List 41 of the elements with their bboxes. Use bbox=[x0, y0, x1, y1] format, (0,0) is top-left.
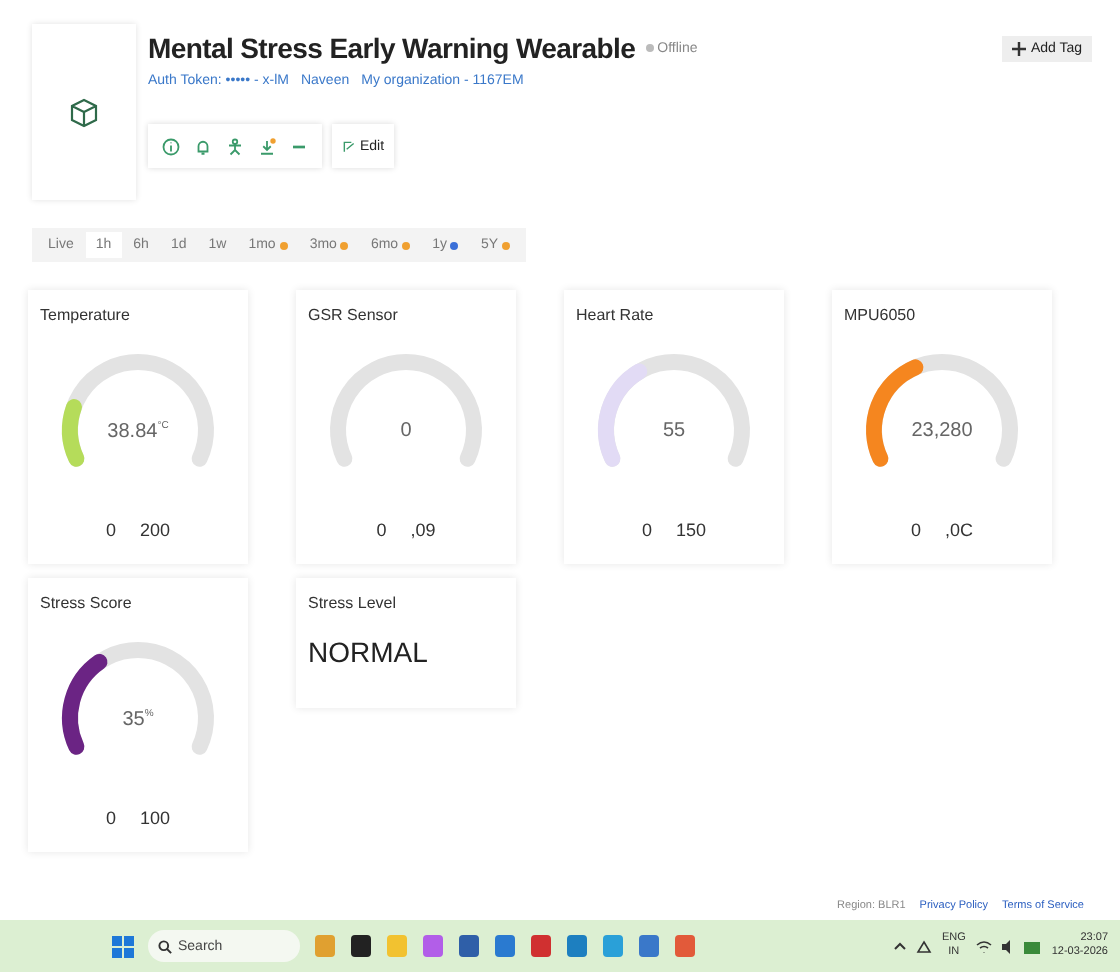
cube-icon bbox=[70, 97, 98, 127]
notification-button[interactable] bbox=[194, 137, 212, 155]
chevron-up-icon[interactable] bbox=[893, 942, 906, 950]
widget-title: Temperature bbox=[40, 306, 132, 324]
wifi-icon[interactable] bbox=[975, 939, 992, 953]
gauge-max: 150 bbox=[675, 520, 707, 540]
download-button[interactable] bbox=[258, 137, 276, 155]
gauge-value: 0 bbox=[398, 420, 414, 442]
gauge-min: 0 bbox=[910, 520, 921, 540]
info-button[interactable] bbox=[162, 137, 180, 155]
gauge-max: ,09 bbox=[410, 520, 436, 540]
gauge-value: 55 bbox=[660, 420, 688, 442]
speaker-icon[interactable] bbox=[1001, 939, 1014, 953]
widget-title: MPU6050 bbox=[844, 306, 918, 324]
gauge-max: 100 bbox=[139, 808, 171, 828]
gauge-min: 0 bbox=[105, 520, 116, 540]
search-icon bbox=[158, 939, 172, 953]
edit-icon bbox=[342, 139, 356, 153]
figure-icon bbox=[226, 137, 244, 155]
gauge-max: ,0C bbox=[945, 520, 974, 540]
widget-title: Stress Score bbox=[40, 594, 134, 612]
gauge-value: 38.84$^{°C}$ bbox=[105, 420, 171, 443]
gauge-min: 0 bbox=[105, 808, 116, 828]
device-title: Mental Stress Early Warning Wearable bbox=[148, 32, 636, 64]
widget-title: GSR Sensor bbox=[308, 306, 400, 324]
label-value: NORMAL bbox=[308, 636, 430, 668]
plus-icon bbox=[1012, 42, 1027, 56]
gauge-value: 35$^{%}$ bbox=[120, 708, 156, 731]
info-icon bbox=[162, 137, 180, 155]
bell-icon bbox=[194, 137, 212, 155]
app-icon[interactable] bbox=[350, 934, 372, 958]
figure-button[interactable] bbox=[226, 137, 244, 155]
gauge-value: 23,280 bbox=[909, 420, 975, 442]
download-icon bbox=[258, 137, 276, 155]
widget-title: Heart Rate bbox=[576, 306, 656, 324]
battery-icon[interactable] bbox=[1023, 939, 1042, 953]
widget-title: Stress Level bbox=[308, 594, 399, 612]
gauge-min: 0 bbox=[641, 520, 652, 540]
start-icon[interactable] bbox=[112, 935, 134, 957]
gauge-max: 200 bbox=[139, 520, 171, 540]
gauge-min: 0 bbox=[376, 520, 387, 540]
